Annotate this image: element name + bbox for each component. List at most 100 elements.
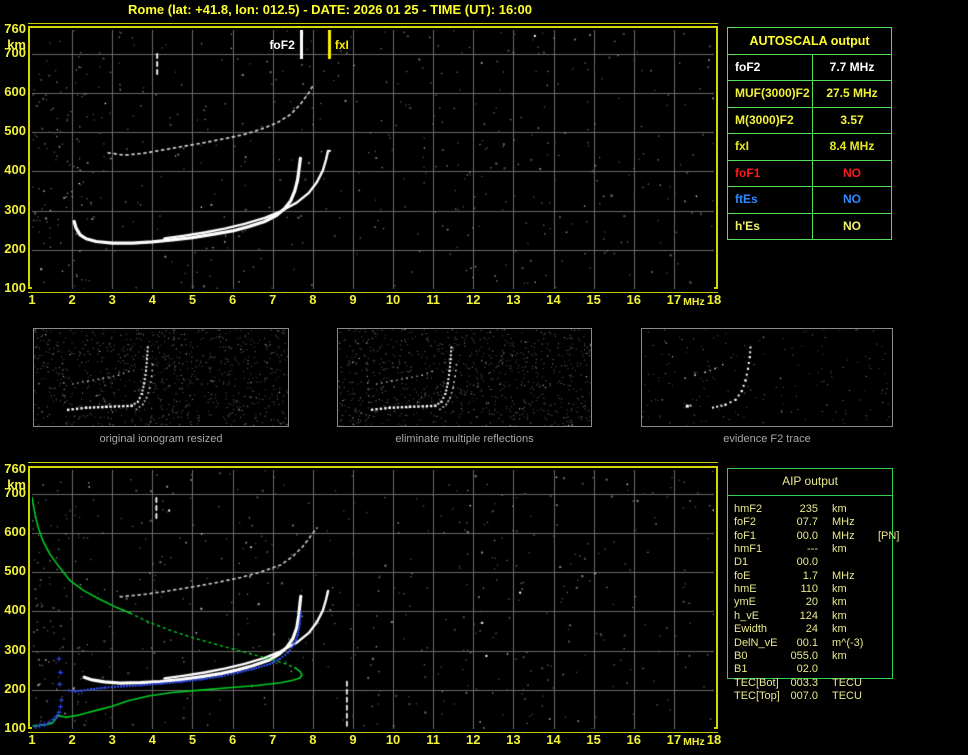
bottom-plot-outer-frame-bottom xyxy=(28,732,718,733)
thumbnail-caption-eliminate: eliminate multiple reflections xyxy=(395,433,534,445)
aip-param-note: [PN] xyxy=(878,529,900,542)
x-axis-tick-label: 16 xyxy=(626,732,641,747)
aip-row-hmf1: hmF1 --- km xyxy=(734,543,878,555)
y-axis-tick-label: 500 xyxy=(4,123,26,139)
autoscala-param-label: fxI xyxy=(728,134,813,160)
x-axis-tick-label: 5 xyxy=(188,732,197,747)
aip-param-unit xyxy=(832,556,876,568)
autoscala-param-label: h'Es xyxy=(728,213,813,240)
x-axis-tick-label: 8 xyxy=(309,732,317,747)
aip-param-value: 20 xyxy=(805,596,818,609)
x-axis-unit-label: MHz xyxy=(683,296,705,308)
aip-param-value: --- xyxy=(807,543,818,556)
aip-param-label: foF1 xyxy=(734,529,757,542)
aip-param-unit: km xyxy=(832,623,847,636)
autoscala-param-value: NO xyxy=(843,165,861,180)
autoscala-param-value: NO xyxy=(843,192,861,207)
aip-param-label: B1 xyxy=(734,663,748,676)
aip-row-tec-bot-: TEC[Bot] 003.3 TECU xyxy=(734,677,878,689)
autoscala-row-fof1: foF1 NO xyxy=(728,159,891,187)
aip-param-label: DelN_vE xyxy=(734,636,778,649)
autoscala-row-m-3000-f2: M(3000)F2 3.57 xyxy=(728,106,891,134)
aip-param-value: 055.0 xyxy=(790,649,818,662)
aip-param-value: 1.7 xyxy=(802,569,818,582)
bottom-plot-outer-frame-top xyxy=(28,462,718,463)
aip-row-ewidth: Ewidth 24 km xyxy=(734,623,878,635)
thumbnail-caption-evidence: evidence F2 trace xyxy=(723,433,811,445)
x-axis-tick-label: 9 xyxy=(349,732,357,747)
aip-param-unit: km xyxy=(832,543,847,556)
x-axis-tick-label: 13 xyxy=(506,292,521,307)
x-axis-unit-label: MHz xyxy=(683,736,705,748)
autoscala-row-h-es: h'Es NO xyxy=(728,212,891,240)
y-axis-tick-label: 760 xyxy=(4,461,26,476)
aip-row-b1: B1 02.0 xyxy=(734,663,878,675)
x-axis-tick-label: 18 xyxy=(706,732,722,747)
aip-row-hme: hmE 110 km xyxy=(734,583,878,595)
x-axis-tick-label: 4 xyxy=(148,292,156,307)
autoscala-param-label: MUF(3000)F2 xyxy=(728,81,813,107)
y-axis-tick-label: 760 xyxy=(4,21,26,36)
x-axis-tick-label: 8 xyxy=(309,292,317,307)
x-axis-tick-label: 1 xyxy=(28,292,36,307)
aip-param-label: foF2 xyxy=(734,516,757,529)
aip-row-foe: foE 1.7 MHz xyxy=(734,570,878,582)
foF2-marker-label: foF2 xyxy=(269,38,295,52)
x-axis-tick-label: 18 xyxy=(706,292,722,307)
aip-row-yme: ymE 20 km xyxy=(734,596,878,608)
aip-row-b0: B0 055.0 km xyxy=(734,650,878,662)
aip-param-label: h_vE xyxy=(734,609,760,622)
ionogram-canvas-bottom xyxy=(32,470,714,729)
y-axis-tick-label: 500 xyxy=(4,563,26,579)
x-axis-tick-label: 2 xyxy=(68,732,76,747)
aip-row-fof2: foF2 07.7 MHz xyxy=(734,516,878,528)
aip-param-unit: MHz xyxy=(832,516,855,529)
aip-title-separator xyxy=(728,495,892,496)
aip-param-unit xyxy=(832,663,876,675)
aip-param-unit: MHz xyxy=(832,529,855,542)
aip-param-value: 124 xyxy=(799,609,818,622)
autoscala-row-ftes: ftEs NO xyxy=(728,186,891,213)
top-plot-outer-frame-bottom xyxy=(28,292,718,293)
x-axis-tick-label: 2 xyxy=(68,292,76,307)
thumbnail-original-ionogram xyxy=(33,328,289,427)
autoscala-param-value: 27.5 MHz xyxy=(826,86,878,101)
ionogram-plot-top: foF2 fxI xyxy=(28,26,718,289)
aip-param-unit: km xyxy=(832,503,847,515)
x-axis-tick-label: 14 xyxy=(546,732,561,747)
autoscala-param-label: M(3000)F2 xyxy=(728,107,813,134)
x-axis-tick-label: 14 xyxy=(546,292,561,307)
x-axis-tick-label: 15 xyxy=(586,292,601,307)
thumbnail-evidence-f2 xyxy=(641,328,893,427)
x-axis-tick-label: 11 xyxy=(426,732,441,747)
autoscala-row-muf-3000-f2: MUF(3000)F2 27.5 MHz xyxy=(728,80,891,107)
x-axis-tick-label: 4 xyxy=(148,732,156,747)
aip-param-label: ymE xyxy=(734,596,756,609)
x-axis-tick-label: 15 xyxy=(586,732,601,747)
y-axis-tick-label: 300 xyxy=(4,641,26,657)
aip-param-label: Ewidth xyxy=(734,623,768,636)
ionogram-plot-bottom xyxy=(28,466,718,729)
aip-param-value: 235 xyxy=(799,503,818,515)
aip-param-unit: MHz xyxy=(832,569,855,582)
thumbnail-canvas-original xyxy=(34,329,288,426)
x-axis-tick-label: 13 xyxy=(506,732,521,747)
ionogram-canvas-top xyxy=(32,30,714,289)
aip-param-label: hmE xyxy=(734,583,757,596)
y-axis-unit-label: km xyxy=(7,477,26,492)
aip-output-panel: AIP output hmF2 235 km foF2 07.7 MHz foF1 00.0 M… xyxy=(727,468,899,702)
y-axis-tick-label: 200 xyxy=(4,680,26,696)
aip-param-value: 07.7 xyxy=(796,516,818,529)
aip-param-unit: TECU xyxy=(832,676,862,689)
aip-param-label: foE xyxy=(734,569,751,582)
aip-param-value: 00.0 xyxy=(796,556,818,569)
autoscala-param-value: NO xyxy=(843,218,861,233)
x-axis-tick-label: 7 xyxy=(269,732,277,747)
x-axis-tick-label: 16 xyxy=(626,292,641,307)
aip-param-label: B0 xyxy=(734,649,748,662)
y-axis-tick-label: 200 xyxy=(4,240,26,256)
x-axis-tick-label: 7 xyxy=(269,292,277,307)
x-axis-tick-label: 9 xyxy=(349,292,357,307)
aip-param-label: D1 xyxy=(734,556,749,569)
autoscala-output-panel: AUTOSCALA output foF2 7.7 MHz MUF(3000)F2 2… xyxy=(727,27,892,240)
